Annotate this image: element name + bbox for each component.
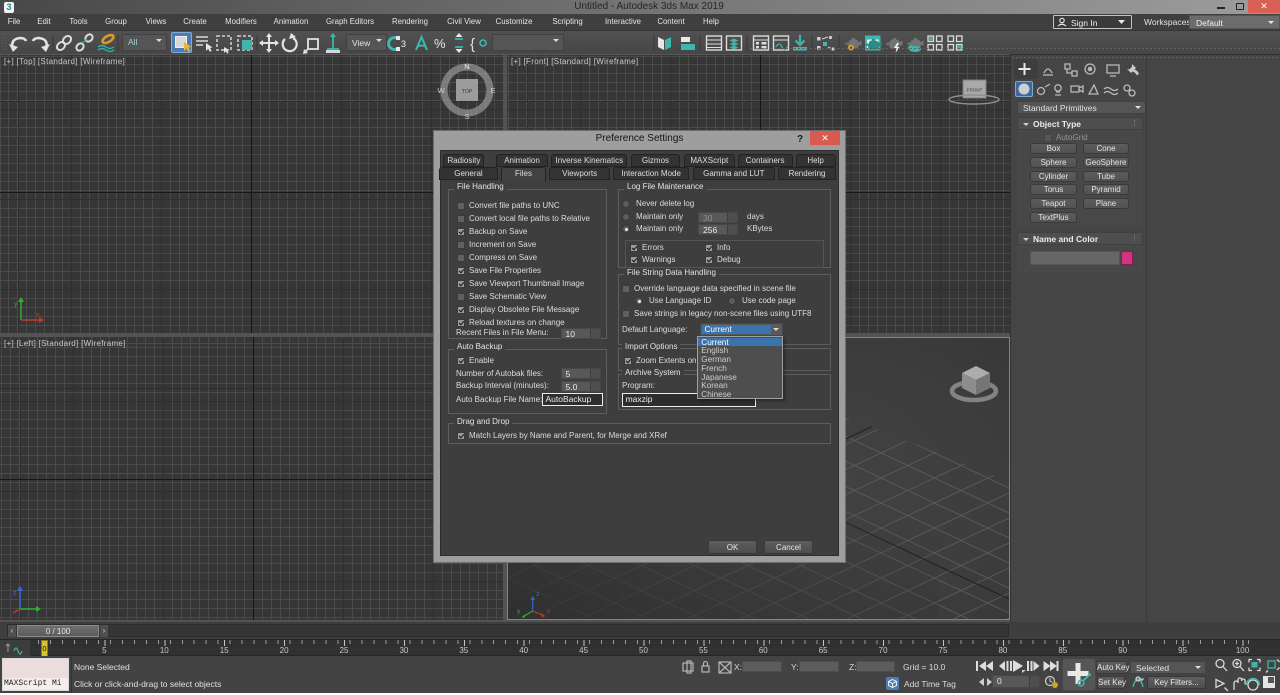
svg-text:N: N: [464, 62, 469, 71]
svg-text:z: z: [13, 590, 17, 597]
svg-text:x: x: [547, 608, 551, 615]
svg-text:z: z: [536, 591, 539, 598]
svg-text:y: y: [517, 608, 521, 615]
svg-text:W: W: [437, 86, 445, 95]
svg-text:E: E: [490, 86, 495, 95]
svg-text:y: y: [14, 301, 18, 308]
svg-text:x: x: [36, 312, 40, 319]
svg-text:FRONT: FRONT: [967, 88, 983, 93]
svg-text:TOP: TOP: [462, 89, 473, 95]
svg-text:S: S: [464, 112, 469, 121]
